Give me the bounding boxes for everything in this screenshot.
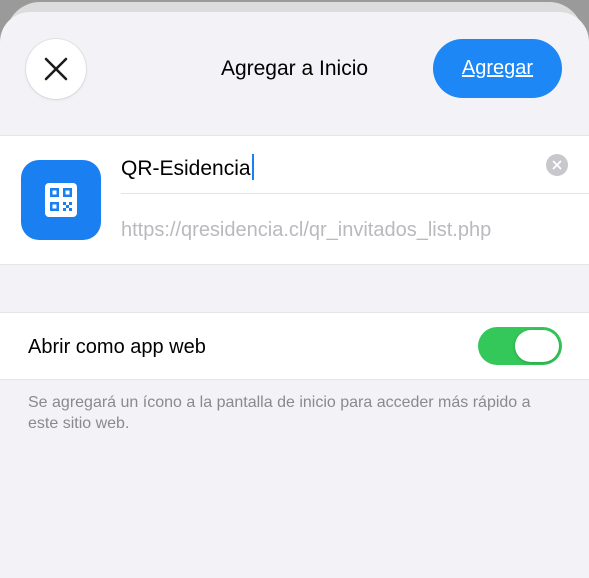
open-as-web-app-label: Abrir como app web [28,336,206,358]
app-icon [21,160,101,240]
text-caret [251,154,254,180]
clear-icon [552,160,562,170]
clear-text-button[interactable] [546,154,568,176]
add-button[interactable]: Agregar [433,39,562,98]
qr-code-icon [45,183,77,217]
url-field: https://qresidencia.cl/qr_invitados_list… [121,219,492,241]
name-input[interactable]: QR-Esidencia [121,154,254,181]
footer-note: Se agregará un ícono a la pantalla de in… [28,394,531,432]
toggle-knob [515,330,559,362]
open-as-web-app-toggle[interactable] [478,327,562,365]
field-divider [121,193,589,194]
name-input-value: QR-Esidencia [121,157,251,180]
